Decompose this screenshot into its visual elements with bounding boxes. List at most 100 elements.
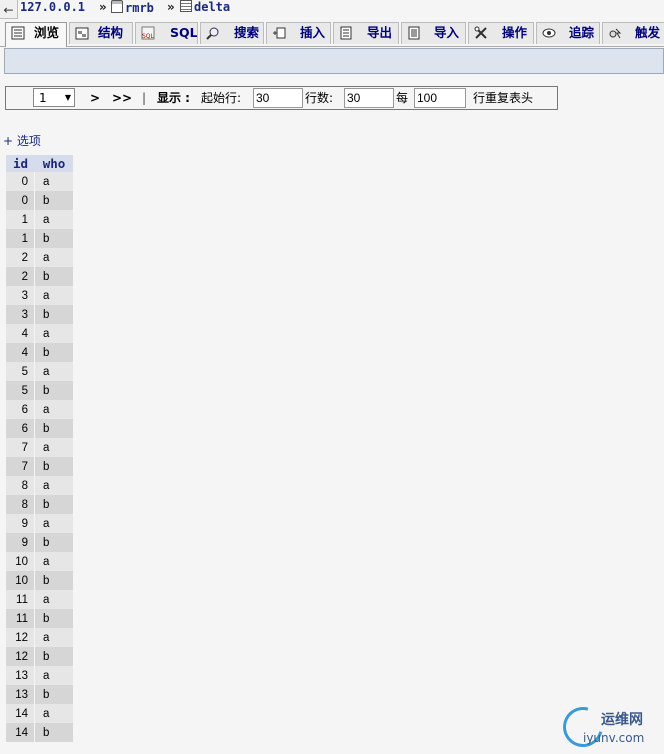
table-row[interactable]: 7a <box>6 438 73 457</box>
table-row[interactable]: 12 b <box>6 647 73 666</box>
table-row[interactable]: 7b <box>6 457 73 476</box>
cell-who[interactable]: a <box>35 704 73 723</box>
table-row[interactable]: 2a <box>6 248 73 267</box>
cell-id[interactable]: 4 <box>6 343 35 362</box>
cell-id[interactable]: 11 <box>6 609 35 628</box>
breadcrumb-server[interactable]: 127.0.0.1 <box>20 0 85 15</box>
cell-id[interactable]: 0 <box>6 191 35 210</box>
next-page-button[interactable]: > <box>90 87 100 109</box>
cell-who[interactable]: a <box>35 514 73 533</box>
table-row[interactable]: 3a <box>6 286 73 305</box>
tab-browse[interactable]: 浏览 <box>5 22 67 47</box>
cell-id[interactable]: 2 <box>6 267 35 286</box>
table-row[interactable]: 14 b <box>6 723 73 742</box>
table-row[interactable]: 1b <box>6 229 73 248</box>
table-row[interactable]: 10 a <box>6 552 73 571</box>
table-row[interactable]: 11 b <box>6 609 73 628</box>
show-button[interactable]: 显示 : <box>157 87 190 109</box>
cell-id[interactable]: 14 <box>6 723 35 742</box>
table-row[interactable]: 8b <box>6 495 73 514</box>
cell-id[interactable]: 8 <box>6 476 35 495</box>
options-link[interactable]: + 选项 <box>3 134 41 148</box>
table-row[interactable]: 11 a <box>6 590 73 609</box>
row-count-input[interactable]: 30 <box>344 88 394 108</box>
cell-who[interactable]: b <box>35 457 73 476</box>
cell-who[interactable]: b <box>35 685 73 704</box>
cell-who[interactable]: a <box>35 172 73 191</box>
cell-who[interactable]: a <box>35 286 73 305</box>
tab-export[interactable]: 导出 <box>333 22 399 44</box>
cell-id[interactable]: 5 <box>6 362 35 381</box>
tab-insert[interactable]: 插入 <box>266 22 331 44</box>
table-row[interactable]: 10 b <box>6 571 73 590</box>
table-row[interactable]: 13 a <box>6 666 73 685</box>
cell-who[interactable]: b <box>35 609 73 628</box>
cell-id[interactable]: 11 <box>6 590 35 609</box>
cell-id[interactable]: 8 <box>6 495 35 514</box>
table-row[interactable]: 6a <box>6 400 73 419</box>
column-header-id[interactable]: id <box>6 155 35 172</box>
cell-id[interactable]: 12 <box>6 647 35 666</box>
table-row[interactable]: 14 a <box>6 704 73 723</box>
cell-id[interactable]: 3 <box>6 305 35 324</box>
table-row[interactable]: 9b <box>6 533 73 552</box>
cell-id[interactable]: 12 <box>6 628 35 647</box>
cell-who[interactable]: a <box>35 590 73 609</box>
cell-who[interactable]: b <box>35 723 73 742</box>
cell-who[interactable]: b <box>35 229 73 248</box>
tab-import[interactable]: 导入 <box>401 22 466 44</box>
cell-who[interactable]: a <box>35 438 73 457</box>
cell-who[interactable]: b <box>35 267 73 286</box>
cell-who[interactable]: a <box>35 210 73 229</box>
page-select[interactable]: 1 ▼ <box>33 88 75 107</box>
tab-tracking[interactable]: 追踪 <box>536 22 600 44</box>
cell-who[interactable]: b <box>35 533 73 552</box>
cell-who[interactable]: a <box>35 552 73 571</box>
table-row[interactable]: 5b <box>6 381 73 400</box>
tab-operations[interactable]: 操作 <box>468 22 534 44</box>
cell-who[interactable]: b <box>35 343 73 362</box>
table-row[interactable]: 13 b <box>6 685 73 704</box>
cell-who[interactable]: b <box>35 419 73 438</box>
cell-who[interactable]: b <box>35 571 73 590</box>
cell-id[interactable]: 5 <box>6 381 35 400</box>
cell-id[interactable]: 14 <box>6 704 35 723</box>
cell-id[interactable]: 9 <box>6 514 35 533</box>
cell-id[interactable]: 1 <box>6 210 35 229</box>
table-row[interactable]: 3b <box>6 305 73 324</box>
cell-who[interactable]: a <box>35 248 73 267</box>
cell-who[interactable]: a <box>35 476 73 495</box>
tab-search[interactable]: 搜索 <box>200 22 264 44</box>
tab-structure[interactable]: 结构 <box>69 22 133 44</box>
cell-who[interactable]: a <box>35 666 73 685</box>
tab-sql[interactable]: SQL SQL <box>135 22 198 44</box>
cell-id[interactable]: 4 <box>6 324 35 343</box>
last-page-button[interactable]: >> <box>112 87 132 109</box>
cell-who[interactable]: b <box>35 305 73 324</box>
cell-id[interactable]: 7 <box>6 438 35 457</box>
table-row[interactable]: 6b <box>6 419 73 438</box>
cell-who[interactable]: a <box>35 362 73 381</box>
table-row[interactable]: 0b <box>6 191 73 210</box>
cell-who[interactable]: b <box>35 647 73 666</box>
cell-who[interactable]: b <box>35 495 73 514</box>
start-row-input[interactable]: 30 <box>253 88 303 108</box>
cell-who[interactable]: b <box>35 381 73 400</box>
table-row[interactable]: 12 a <box>6 628 73 647</box>
breadcrumb-table[interactable]: delta <box>180 0 230 15</box>
cell-who[interactable]: a <box>35 628 73 647</box>
cell-who[interactable]: a <box>35 400 73 419</box>
table-row[interactable]: 5a <box>6 362 73 381</box>
cell-id[interactable]: 0 <box>6 172 35 191</box>
cell-id[interactable]: 13 <box>6 666 35 685</box>
cell-who[interactable]: b <box>35 191 73 210</box>
table-row[interactable]: 4b <box>6 343 73 362</box>
cell-id[interactable]: 10 <box>6 552 35 571</box>
cell-id[interactable]: 6 <box>6 400 35 419</box>
cell-id[interactable]: 7 <box>6 457 35 476</box>
cell-id[interactable]: 1 <box>6 229 35 248</box>
table-row[interactable]: 9a <box>6 514 73 533</box>
table-row[interactable]: 2b <box>6 267 73 286</box>
breadcrumb-database[interactable]: rmrb <box>111 0 154 16</box>
cell-id[interactable]: 3 <box>6 286 35 305</box>
